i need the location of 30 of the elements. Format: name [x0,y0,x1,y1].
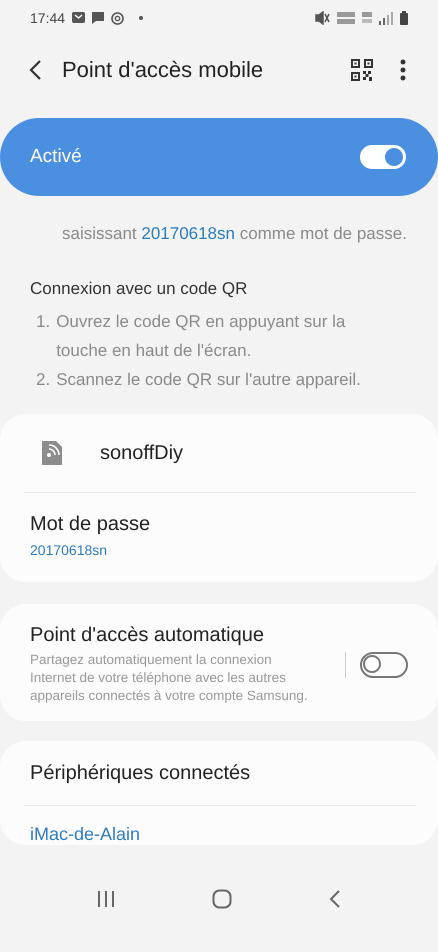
hotspot-device-icon [40,439,64,467]
connected-devices-heading: Périphériques connectés [30,762,250,784]
circle-icon [111,12,124,24]
auto-hotspot-toggle[interactable] [360,652,408,678]
auto-hotspot-title[interactable]: Point d'accès automatique [30,624,313,647]
status-time: 17:44 [30,10,66,26]
password-value: 20170618sn [30,542,108,558]
password-label[interactable]: Mot de passe [30,513,408,536]
back-nav-button[interactable] [329,888,342,908]
device-name[interactable]: iMac-de-Alain [30,806,408,845]
password-hint-text: saisissant 20170618sn comme mot de passe. [62,223,408,245]
auto-hotspot-description: Partagez automatiquement la connexion Internet de votre téléphone avec les autres appareils connectés à votre compte Samsung. [30,651,309,705]
mail-icon [72,12,86,24]
screen-title: Point d'accès mobile [62,57,264,83]
network-name[interactable]: sonoffDiy [100,442,184,464]
mute-icon [314,11,330,25]
recent-apps-button[interactable] [96,890,115,908]
qr-section-heading: Connexion avec un code QR [30,279,248,299]
battery-icon [400,11,408,25]
back-button[interactable] [28,59,42,81]
dot-icon [139,16,144,20]
hotspot-status-label: Activé [30,146,82,168]
hotspot-toggle[interactable] [360,145,406,169]
step-number: 1. [36,311,50,333]
step-number: 2. [36,369,50,391]
step-text: Scannez le code QR sur l'autre appareil. [56,369,361,391]
signal-icon [379,12,393,24]
message-icon [92,12,104,24]
more-options-button[interactable] [400,59,406,81]
step-text: Ouvrez le code QR en appuyant sur la touche en haut de l'écran. [56,311,346,362]
